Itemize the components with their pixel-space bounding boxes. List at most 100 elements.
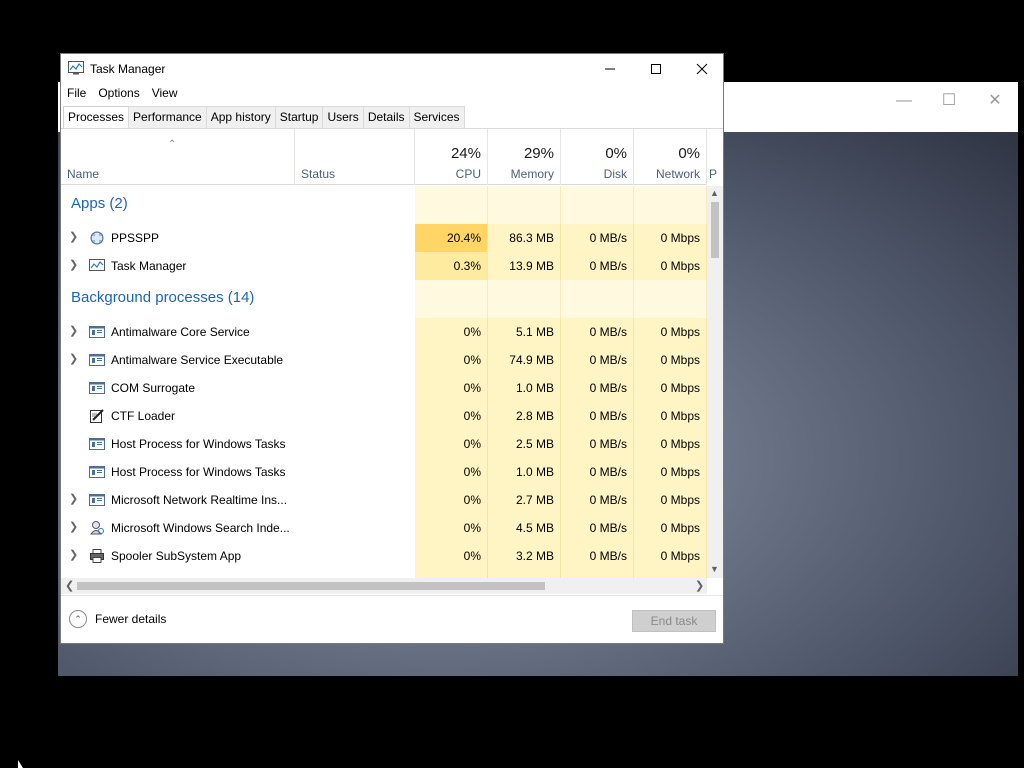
process-row[interactable]: ❯ Microsoft Windows Search Inde... 0% 4.… xyxy=(61,514,707,542)
process-row[interactable]: ❯ Spooler SubSystem App 0% 3.2 MB 0 MB/s… xyxy=(61,542,707,570)
group-background-header[interactable]: Background processes (14) xyxy=(61,280,707,318)
process-disk: 0 MB/s xyxy=(561,346,634,374)
search-indexer-icon xyxy=(90,521,104,535)
service-icon xyxy=(89,382,105,394)
end-task-button[interactable]: End task xyxy=(632,610,716,632)
group-background-label: Background processes (14) xyxy=(71,289,255,306)
close-button[interactable] xyxy=(679,54,725,84)
task-manager-icon xyxy=(89,259,105,271)
process-name: CTF Loader xyxy=(111,409,176,423)
process-name: Antimalware Service Executable xyxy=(111,353,284,367)
process-name: Host Process for Windows Tasks xyxy=(111,465,286,479)
column-power-partial-label: P xyxy=(709,167,717,181)
process-disk: 0 MB/s xyxy=(561,318,634,346)
tab-services[interactable]: Services xyxy=(408,106,465,128)
column-cpu-label: CPU xyxy=(455,167,481,181)
process-cpu: 20.4% xyxy=(415,224,488,252)
column-network[interactable]: 0% Network xyxy=(634,129,707,185)
process-network: 0 Mbps xyxy=(634,346,707,374)
process-row[interactable]: ❯ Antimalware Service Executable 0% 74.9… xyxy=(61,346,707,374)
expand-chevron-icon[interactable]: ❯ xyxy=(69,230,78,243)
expand-chevron-icon[interactable]: ❯ xyxy=(69,520,78,533)
process-memory: 86.3 MB xyxy=(488,224,561,252)
process-memory: 4.5 MB xyxy=(488,514,561,542)
process-memory: 13.9 MB xyxy=(488,252,561,280)
process-name: Antimalware Core Service xyxy=(111,325,250,339)
pen-icon xyxy=(90,409,104,423)
column-cpu[interactable]: 24% CPU xyxy=(415,129,488,185)
column-memory[interactable]: 29% Memory xyxy=(488,129,561,185)
tab-processes[interactable]: Processes xyxy=(63,106,130,129)
process-memory: 2.7 MB xyxy=(488,486,561,514)
titlebar[interactable]: Task Manager xyxy=(61,54,723,84)
expand-chevron-icon[interactable]: ❯ xyxy=(69,492,78,505)
process-cpu: 0% xyxy=(415,374,488,402)
expand-chevron-icon[interactable]: ❯ xyxy=(69,352,78,365)
process-memory: 2.5 MB xyxy=(488,430,561,458)
column-memory-label: Memory xyxy=(510,167,554,181)
maximize-button[interactable] xyxy=(633,54,679,84)
minimize-icon[interactable]: — xyxy=(889,88,919,114)
process-row[interactable]: Host Process for Windows Tasks 0% 2.5 MB… xyxy=(61,430,707,458)
tab-startup[interactable]: Startup xyxy=(274,106,324,128)
minimize-button[interactable] xyxy=(587,54,633,84)
process-network: 0 Mbps xyxy=(634,542,707,570)
process-cpu: 0.3% xyxy=(415,252,488,280)
process-row-partial[interactable] xyxy=(61,570,707,578)
horizontal-scrollbar[interactable]: ❮ ❯ xyxy=(61,578,707,594)
menu-options[interactable]: Options xyxy=(92,84,145,104)
tab-app-history[interactable]: App history xyxy=(205,106,276,128)
cpu-total: 24% xyxy=(450,145,481,162)
vertical-scroll-thumb[interactable] xyxy=(711,202,719,258)
process-row[interactable]: Host Process for Windows Tasks 0% 1.0 MB… xyxy=(61,458,707,486)
process-row[interactable]: CTF Loader 0% 2.8 MB 0 MB/s 0 Mbps xyxy=(61,402,707,430)
process-row[interactable]: ❯ Microsoft Network Realtime Ins... 0% 2… xyxy=(61,486,707,514)
process-cpu: 0% xyxy=(415,542,488,570)
menu-bar: File Options View xyxy=(61,84,184,104)
disk-total: 0% xyxy=(605,145,627,162)
scroll-up-icon[interactable]: ▲ xyxy=(710,188,719,198)
process-disk: 0 MB/s xyxy=(561,486,634,514)
process-row[interactable]: ❯ Task Manager 0.3% 13.9 MB 0 MB/s 0 Mbp… xyxy=(61,252,707,280)
tab-details[interactable]: Details xyxy=(362,106,410,128)
expand-chevron-icon[interactable]: ❯ xyxy=(69,548,78,561)
process-network: 0 Mbps xyxy=(634,486,707,514)
column-status[interactable]: Status xyxy=(295,129,415,185)
maximize-icon xyxy=(651,64,661,74)
expand-chevron-icon[interactable]: ❯ xyxy=(69,324,78,337)
process-row[interactable]: ❯ PPSSPP 20.4% 86.3 MB 0 MB/s 0 Mbps xyxy=(61,224,707,252)
scroll-right-icon[interactable]: ❯ xyxy=(695,579,704,592)
column-disk[interactable]: 0% Disk xyxy=(561,129,634,185)
column-name-label: Name xyxy=(67,167,100,181)
scroll-down-icon[interactable]: ▼ xyxy=(710,564,719,574)
expand-chevron-icon[interactable]: ❯ xyxy=(69,258,78,271)
process-row[interactable]: COM Surrogate 0% 1.0 MB 0 MB/s 0 Mbps xyxy=(61,374,707,402)
column-name[interactable]: Name xyxy=(61,129,295,185)
process-network: 0 Mbps xyxy=(634,318,707,346)
process-memory: 3.2 MB xyxy=(488,542,561,570)
process-disk: 0 MB/s xyxy=(561,374,634,402)
process-disk: 0 MB/s xyxy=(561,458,634,486)
vertical-scrollbar[interactable]: ▲ ▼ xyxy=(707,186,723,578)
close-icon[interactable]: ✕ xyxy=(980,88,1010,114)
process-memory: 1.0 MB xyxy=(488,374,561,402)
maximize-icon[interactable]: ☐ xyxy=(934,88,964,114)
horizontal-scroll-thumb[interactable] xyxy=(77,582,545,590)
tab-users[interactable]: Users xyxy=(322,106,364,128)
process-row[interactable]: ❯ Antimalware Core Service 0% 5.1 MB 0 M… xyxy=(61,318,707,346)
tab-performance[interactable]: Performance xyxy=(128,106,207,128)
process-disk: 0 MB/s xyxy=(561,224,634,252)
process-name: PPSSPP xyxy=(111,231,160,245)
scroll-left-icon[interactable]: ❮ xyxy=(65,579,74,592)
fewer-details-button[interactable]: ⌃ Fewer details xyxy=(69,610,166,628)
column-power-partial[interactable]: P xyxy=(707,129,717,185)
process-network: 0 Mbps xyxy=(634,374,707,402)
network-total: 0% xyxy=(678,145,700,162)
menu-view[interactable]: View xyxy=(146,84,184,104)
process-disk: 0 MB/s xyxy=(561,542,634,570)
service-icon xyxy=(89,466,105,478)
process-cpu: 0% xyxy=(415,514,488,542)
group-apps-header[interactable]: Apps (2) xyxy=(61,186,707,224)
process-name: Host Process for Windows Tasks xyxy=(111,437,286,451)
menu-file[interactable]: File xyxy=(61,84,92,104)
